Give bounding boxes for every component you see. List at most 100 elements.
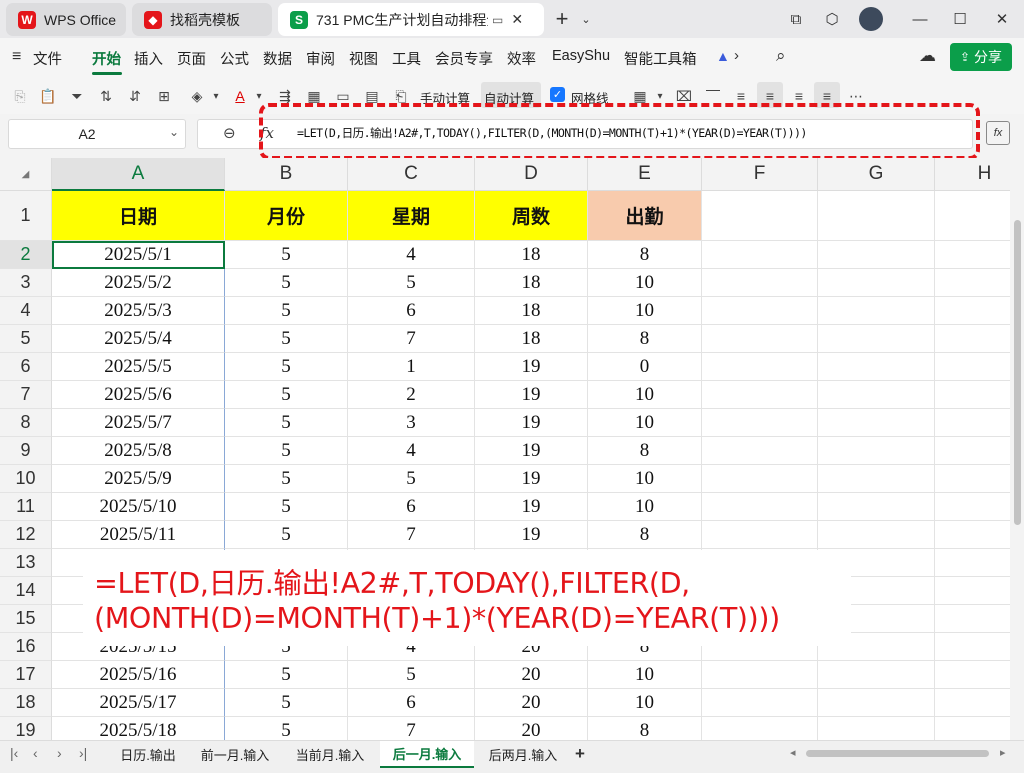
date-cell[interactable]: 2025/5/17 [52,689,225,717]
prev-sheet-icon[interactable]: ‹ [33,745,38,761]
cell[interactable] [818,717,935,740]
cell[interactable] [935,325,1010,353]
header-cell[interactable]: 星期 [348,191,475,241]
cell[interactable]: 10 [588,409,702,437]
header-cell[interactable]: 月份 [225,191,348,241]
row-header[interactable]: 3 [0,269,52,297]
date-cell[interactable]: 2025/5/3 [52,297,225,325]
chevron-down-icon[interactable]: ⌄ [576,9,596,29]
cell[interactable]: 6 [348,297,475,325]
sort-desc-icon[interactable]: ⇵ [125,86,145,106]
cell[interactable] [818,437,935,465]
row-header[interactable]: 8 [0,409,52,437]
first-sheet-icon[interactable]: |‹ [10,745,18,761]
cell[interactable]: 10 [588,689,702,717]
cell[interactable] [818,269,935,297]
column-header[interactable]: B [225,158,348,191]
new-tab-icon[interactable]: + [552,6,572,31]
row-header[interactable]: 12 [0,521,52,549]
cell[interactable]: 19 [475,493,588,521]
cell[interactable] [935,493,1010,521]
cell[interactable]: 5 [225,409,348,437]
spreadsheet-grid[interactable]: ◢ ABCDEFGH 1 2 3 4 5 6 7 8 9 10 11 12 13 14 15 16 17 18 19… [0,158,1010,740]
cell[interactable]: 1 [348,353,475,381]
date-cell[interactable]: 2025/5/8 [52,437,225,465]
date-cell[interactable]: 2025/5/6 [52,381,225,409]
fill-color-icon[interactable]: ◈ [187,86,207,106]
menu-efficiency[interactable]: 效率 [507,48,536,69]
cell[interactable] [935,521,1010,549]
row-header[interactable]: 2 [0,241,52,269]
cell[interactable] [935,661,1010,689]
cell[interactable]: 5 [348,269,475,297]
cell[interactable] [702,269,818,297]
cell[interactable]: 20 [475,689,588,717]
cell[interactable] [702,409,818,437]
cell[interactable]: 7 [348,521,475,549]
cell[interactable]: 5 [225,353,348,381]
cell[interactable] [702,717,818,740]
paste-special-icon[interactable]: ⎘ [10,86,30,106]
cell[interactable]: 8 [588,717,702,740]
add-sheet-icon[interactable]: + [575,744,585,764]
date-cell[interactable]: 2025/5/10 [52,493,225,521]
menu-smart-toolbox[interactable]: 智能工具箱 [624,48,697,69]
cell[interactable]: 18 [475,297,588,325]
cell[interactable]: 20 [475,661,588,689]
cell[interactable] [818,689,935,717]
cell[interactable] [818,409,935,437]
cell[interactable] [818,381,935,409]
cell[interactable]: 5 [225,493,348,521]
cell[interactable]: 19 [475,465,588,493]
row-header[interactable]: 7 [0,381,52,409]
column-header[interactable]: A [52,158,225,191]
cell[interactable] [818,325,935,353]
cell[interactable] [702,191,818,241]
menu-formula[interactable]: 公式 [220,48,249,69]
row-header[interactable]: 4 [0,297,52,325]
column-header[interactable]: G [818,158,935,191]
cell[interactable]: 10 [588,661,702,689]
cell[interactable] [935,577,1010,605]
date-cell[interactable]: 2025/5/5 [52,353,225,381]
cell[interactable] [702,325,818,353]
cell[interactable] [702,297,818,325]
menu-tools[interactable]: 工具 [392,48,421,69]
cell[interactable]: 10 [588,465,702,493]
menu-easyshu[interactable]: EasyShu [552,48,610,64]
cell[interactable]: 8 [588,241,702,269]
row-header[interactable]: 19 [0,717,52,740]
search-icon[interactable]: ⌕ [776,46,786,66]
cell[interactable]: 18 [475,241,588,269]
cell[interactable]: 5 [225,661,348,689]
select-all-corner[interactable]: ◢ [0,158,52,191]
cell[interactable] [702,521,818,549]
row-header[interactable]: 15 [0,605,52,633]
date-cell[interactable]: 2025/5/7 [52,409,225,437]
cell[interactable]: 8 [588,521,702,549]
cell[interactable]: 7 [348,325,475,353]
cell[interactable] [702,381,818,409]
cell[interactable]: 2 [348,381,475,409]
cell[interactable] [935,605,1010,633]
cell[interactable] [702,437,818,465]
font-color-icon[interactable]: A [230,86,250,106]
chevron-right-icon[interactable]: › [734,47,739,64]
screen-icon[interactable]: ▭ [492,13,503,27]
scroll-right-icon[interactable]: ▸ [1000,746,1006,759]
cell[interactable]: 10 [588,381,702,409]
vertical-scrollbar[interactable] [1010,192,1024,740]
cell[interactable]: 4 [348,437,475,465]
cell[interactable]: 6 [348,493,475,521]
share-button[interactable]: ⇪ 分享 [950,43,1012,71]
header-cell[interactable]: 周数 [475,191,588,241]
date-cell[interactable]: 2025/5/2 [52,269,225,297]
cell[interactable] [818,191,935,241]
cell[interactable]: 5 [225,269,348,297]
cell[interactable]: 8 [588,437,702,465]
close-window-icon[interactable]: ✕ [992,9,1012,29]
next-sheet-icon[interactable]: › [57,745,62,761]
row-header[interactable]: 11 [0,493,52,521]
date-cell[interactable]: 2025/5/1 [52,241,225,269]
cell[interactable]: 10 [588,297,702,325]
